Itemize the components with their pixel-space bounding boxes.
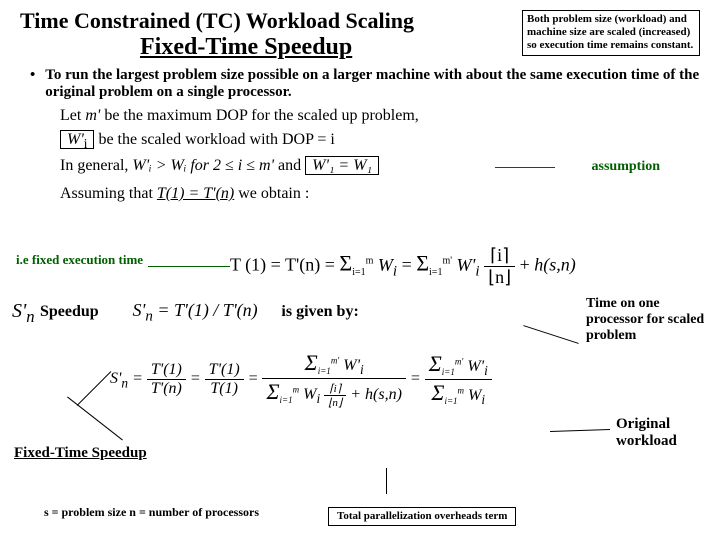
- math-w1eq: W'₁ = W₁: [312, 157, 372, 174]
- frac-tp1: T'(1): [147, 361, 186, 380]
- frac-t1: T(1): [205, 380, 244, 398]
- frac-tpn: T'(n): [147, 380, 186, 398]
- original-workload-label: Original workload: [616, 416, 706, 450]
- speedup-def: S'n = T'(1) / T'(n): [132, 300, 257, 320]
- math-line1c: be the maximum DOP for the scaled up pro…: [104, 107, 418, 124]
- bullet-text: To run the largest problem size possible…: [45, 67, 700, 101]
- overheads-callout: Total parallelization overheads term: [328, 507, 516, 526]
- bullet-dot: •: [30, 67, 35, 101]
- time-on-one-label: Time on one processor for scaled problem: [586, 296, 706, 344]
- callout-scaling-note: Both problem size (workload) and machine…: [522, 10, 700, 56]
- math-assume: T(1) = T'(n): [157, 185, 234, 202]
- sprime-symbol: S'n: [12, 300, 35, 327]
- math-line2b: be the scaled workload with DOP = i: [98, 131, 334, 148]
- frac-tp1b: T'(1): [205, 361, 244, 380]
- math-line1a: Let: [60, 107, 85, 124]
- math-w-prime: W': [67, 131, 84, 148]
- equation-t1: T (1) = T'(n) = Σi=1m Wi = Σi=1m' W'i ⌈i…: [230, 245, 576, 288]
- heading-main: Time Constrained (TC) Workload Scaling: [20, 8, 414, 33]
- speedup-label: Speedup: [40, 303, 99, 320]
- orig-pointer: [550, 429, 610, 432]
- math-m-prime: m': [85, 107, 100, 124]
- math-line4a: Assuming that: [60, 185, 157, 202]
- derivation-block: Let m' be the maximum DOP for the scaled…: [20, 107, 700, 237]
- fts-pointer2: [77, 371, 112, 406]
- bullet-main: • To run the largest problem size possib…: [30, 67, 700, 101]
- time-on-one-pointer: [523, 325, 578, 344]
- math-line3c: and: [278, 157, 305, 174]
- fixed-exec-label: i.e fixed execution time: [16, 252, 143, 268]
- is-given-by: is given by:: [281, 303, 358, 320]
- math-ineq: W'ᵢ > Wᵢ for 2 ≤ i ≤ m': [132, 157, 274, 174]
- footer-legend: s = problem size n = number of processor…: [44, 505, 259, 520]
- equation-sprime: S'n = T'(1) T'(n) = T'(1) T(1) = Σi=1m' …: [110, 350, 492, 409]
- assumption-label: assumption: [592, 159, 660, 175]
- math-line4c: we obtain :: [238, 185, 309, 202]
- fixed-time-speedup-label: Fixed-Time Speedup: [14, 445, 147, 462]
- math-line3a: In general,: [60, 157, 132, 174]
- fixed-exec-pointer: [148, 266, 230, 267]
- assumption-pointer: [495, 167, 555, 169]
- overheads-pointer: [386, 468, 387, 494]
